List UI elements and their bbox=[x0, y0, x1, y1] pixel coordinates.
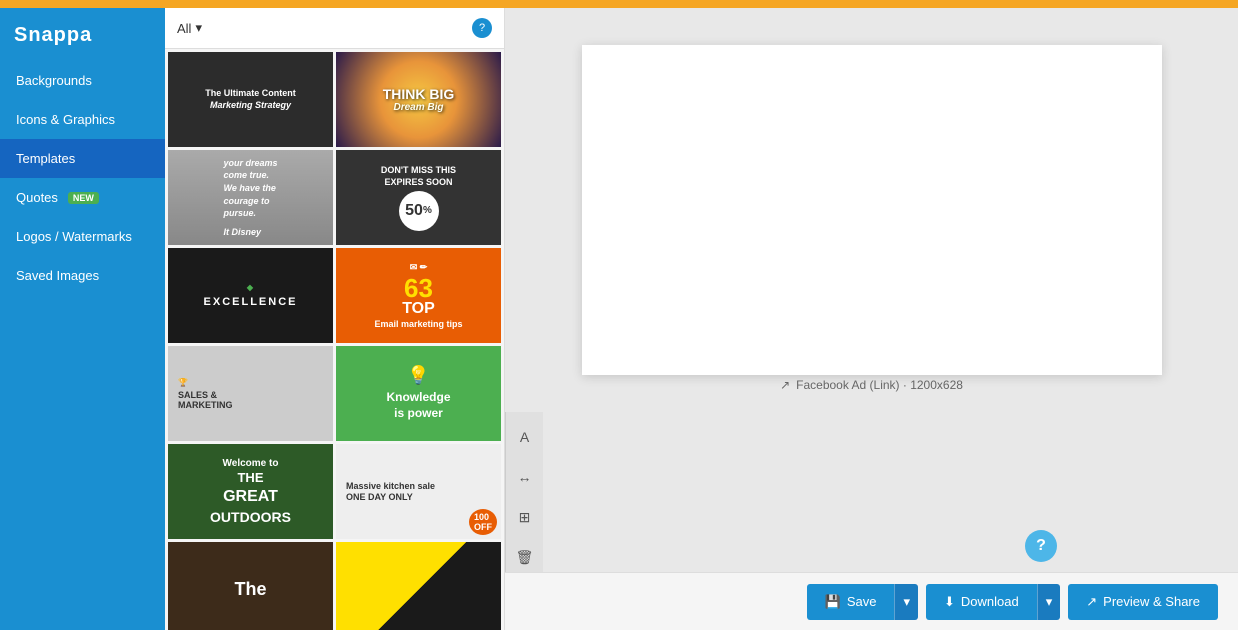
template-item[interactable]: ✉ ✏ 63 TOP Email marketing tips bbox=[336, 248, 501, 343]
delete-icon[interactable]: 🗑 bbox=[510, 542, 540, 572]
app-container: Snappa Backgrounds Icons & Graphics Temp… bbox=[0, 8, 1238, 630]
template-item[interactable]: 🏆 SALES & MARKETING bbox=[168, 346, 333, 441]
sidebar-item-backgrounds[interactable]: Backgrounds bbox=[0, 61, 165, 100]
share-icon: ↗ bbox=[1086, 594, 1097, 610]
gallery-help-button[interactable]: ? bbox=[472, 18, 492, 38]
preview-share-button[interactable]: ↗ Preview & Share bbox=[1068, 584, 1218, 620]
gallery-panel: All ▾ ? The Ultimate Content Marketing S… bbox=[165, 8, 505, 630]
gallery-filter-dropdown[interactable]: All ▾ bbox=[177, 20, 202, 36]
help-fab-label: ? bbox=[1036, 537, 1046, 555]
download-label: Download bbox=[961, 594, 1019, 609]
template-item[interactable]: Massive kitchen sale ONE DAY ONLY 100OFF bbox=[336, 444, 501, 539]
template-item[interactable]: 💡 Knowledgeis power bbox=[336, 346, 501, 441]
canvas-workspace: ↗ Facebook Ad (Link) · 1200x628 bbox=[505, 8, 1238, 412]
canvas-frame bbox=[582, 45, 1162, 375]
template-item[interactable]: ◆ EXCELLENCE bbox=[168, 248, 333, 343]
sidebar-item-label: Saved Images bbox=[16, 268, 99, 283]
template-item[interactable]: THINK BIG Dream Big bbox=[336, 52, 501, 147]
gallery-header: All ▾ ? bbox=[165, 8, 504, 49]
sidebar-item-saved[interactable]: Saved Images bbox=[0, 256, 165, 295]
template-item[interactable]: DON'T MISS THIS EXPIRES SOON 50% bbox=[336, 150, 501, 245]
chevron-down-icon: ▾ bbox=[195, 20, 202, 36]
sidebar-item-label: Icons & Graphics bbox=[16, 112, 115, 127]
sidebar-item-label: Quotes bbox=[16, 190, 58, 205]
canvas-size-label: Facebook Ad (Link) · 1200x628 bbox=[796, 378, 963, 392]
sidebar-item-label: Logos / Watermarks bbox=[16, 229, 132, 244]
text-icon[interactable]: A bbox=[510, 422, 540, 452]
sidebar-item-label: Backgrounds bbox=[16, 73, 92, 88]
expand-icon: ↗ bbox=[780, 378, 790, 392]
canvas-area: ↗ Facebook Ad (Link) · 1200x628 A ↔ ⊞ 🗑 … bbox=[505, 8, 1238, 630]
save-chevron-button[interactable]: ▾ bbox=[894, 584, 918, 620]
gallery-grid: The Ultimate Content Marketing Strategy … bbox=[165, 49, 504, 630]
resize-icon[interactable]: ↔ bbox=[510, 462, 540, 492]
sidebar-nav: Backgrounds Icons & Graphics Templates Q… bbox=[0, 61, 165, 295]
save-button[interactable]: 💾 Save bbox=[807, 584, 895, 620]
sidebar-item-label: Templates bbox=[16, 151, 75, 166]
quotes-badge: NEW bbox=[68, 192, 99, 204]
grid-icon[interactable]: ⊞ bbox=[510, 502, 540, 532]
main-panel: All ▾ ? The Ultimate Content Marketing S… bbox=[165, 8, 1238, 630]
template-item[interactable]: The Ultimate Content Marketing Strategy bbox=[168, 52, 333, 147]
download-icon: ⬇ bbox=[944, 594, 955, 610]
app-logo: Snappa bbox=[0, 18, 165, 61]
template-item[interactable]: your dreams come true. We have the coura… bbox=[168, 150, 333, 245]
right-toolbar: A ↔ ⊞ 🗑 bbox=[505, 412, 543, 572]
sidebar-item-icons[interactable]: Icons & Graphics bbox=[0, 100, 165, 139]
save-label: Save bbox=[847, 594, 877, 609]
filter-label: All bbox=[177, 21, 191, 36]
template-item[interactable]: The bbox=[168, 542, 333, 630]
top-orange-bar bbox=[0, 0, 1238, 8]
help-fab-button[interactable]: ? bbox=[1025, 530, 1057, 562]
sidebar-item-quotes[interactable]: Quotes NEW bbox=[0, 178, 165, 217]
download-chevron-button[interactable]: ▾ bbox=[1037, 584, 1061, 620]
template-item[interactable] bbox=[336, 542, 501, 630]
download-button[interactable]: ⬇ Download bbox=[926, 584, 1037, 620]
bottom-bar: ? 💾 Save ▾ ⬇ Download ▾ ↗ Preview & Shar… bbox=[505, 572, 1238, 630]
sidebar: Snappa Backgrounds Icons & Graphics Temp… bbox=[0, 8, 165, 630]
sidebar-item-templates[interactable]: Templates bbox=[0, 139, 165, 178]
canvas-label: ↗ Facebook Ad (Link) · 1200x628 bbox=[780, 378, 963, 392]
sidebar-item-logos[interactable]: Logos / Watermarks bbox=[0, 217, 165, 256]
save-icon: 💾 bbox=[825, 594, 841, 610]
template-item[interactable]: Welcome to THE GREAT OUTDOORS bbox=[168, 444, 333, 539]
preview-label: Preview & Share bbox=[1103, 594, 1200, 609]
